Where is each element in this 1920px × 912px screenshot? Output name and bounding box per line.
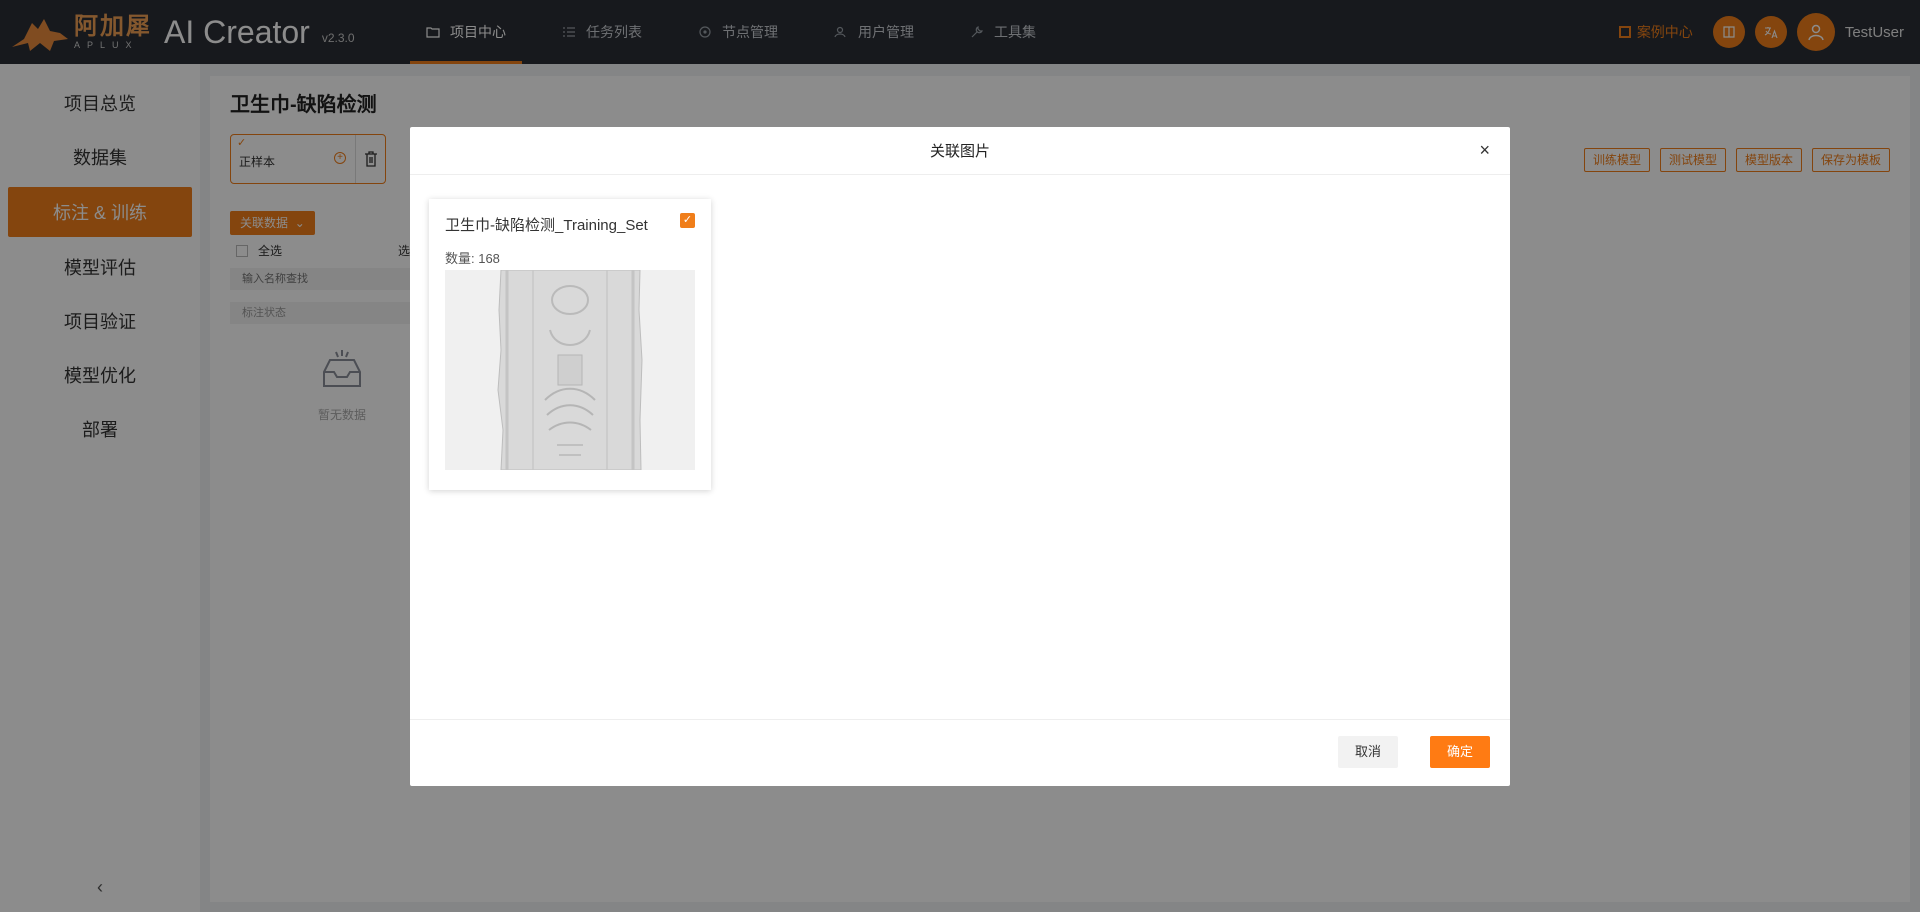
dialog-footer: 取消 确定 [410,720,1510,784]
dialog-body: 卫生巾-缺陷检测_Training_Set ✓ 数量: 168 [410,175,1510,720]
dataset-count: 数量: 168 [445,251,500,266]
dialog-title: 关联图片 [929,143,990,160]
dataset-name: 卫生巾-缺陷检测_Training_Set [445,217,648,234]
dataset-card[interactable]: 卫生巾-缺陷检测_Training_Set ✓ 数量: 168 [429,199,711,490]
sanitary-pad-image [445,270,695,470]
dataset-checkbox[interactable]: ✓ [680,213,695,228]
dataset-thumbnail [445,270,695,470]
confirm-button[interactable]: 确定 [1430,736,1490,768]
close-icon[interactable]: × [1479,141,1490,159]
dialog-header: 关联图片 × [410,127,1510,175]
link-images-dialog: 关联图片 × 卫生巾-缺陷检测_Training_Set ✓ 数量: 168 取… [410,127,1510,786]
cancel-button[interactable]: 取消 [1338,736,1398,768]
